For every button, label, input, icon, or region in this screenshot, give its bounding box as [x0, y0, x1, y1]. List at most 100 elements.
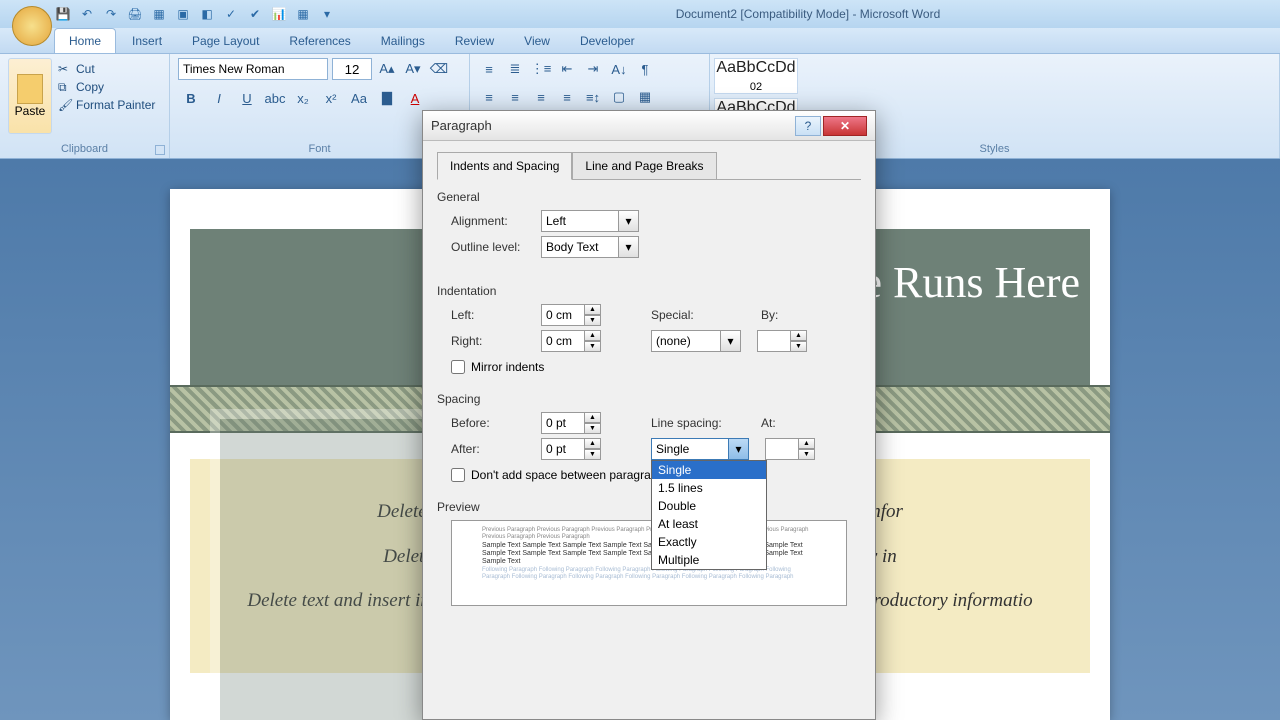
qat-icon[interactable]: ◧ — [198, 5, 216, 23]
ls-option-atleast[interactable]: At least — [652, 515, 766, 533]
alignment-combo[interactable] — [541, 210, 619, 232]
change-case-icon[interactable]: Aa — [346, 86, 372, 110]
spin-up-icon[interactable]: ▲ — [791, 330, 807, 341]
style-item[interactable]: AaBbCcDd02 — [714, 58, 798, 94]
office-button[interactable] — [12, 6, 52, 46]
outline-combo[interactable] — [541, 236, 619, 258]
qat-icon[interactable]: ▣ — [174, 5, 192, 23]
indent-left-input[interactable] — [541, 304, 585, 326]
tab-developer[interactable]: Developer — [566, 29, 649, 53]
mirror-indents-checkbox[interactable] — [451, 360, 465, 374]
spin-down-icon[interactable]: ▼ — [585, 449, 601, 460]
line-spacing-combo[interactable] — [651, 438, 729, 460]
preview-icon[interactable]: ▦ — [150, 5, 168, 23]
clipboard-dialog-launcher[interactable] — [155, 145, 165, 155]
ls-option-single[interactable]: Single — [652, 461, 766, 479]
spin-down-icon[interactable]: ▼ — [585, 423, 601, 434]
before-input[interactable] — [541, 412, 585, 434]
paste-button[interactable]: Paste — [8, 58, 52, 134]
spacing-header: Spacing — [437, 392, 861, 406]
chart-icon[interactable]: 📊 — [270, 5, 288, 23]
spin-down-icon[interactable]: ▼ — [585, 341, 601, 352]
special-combo[interactable] — [651, 330, 721, 352]
spellcheck-icon[interactable]: ✓ — [222, 5, 240, 23]
apps-icon[interactable]: ▦ — [294, 5, 312, 23]
spin-down-icon[interactable]: ▼ — [791, 341, 807, 352]
shading-icon[interactable]: ▢ — [608, 86, 630, 108]
copy-button[interactable]: ⧉Copy — [58, 80, 155, 94]
qat-more-icon[interactable]: ▾ — [318, 5, 336, 23]
copy-label: Copy — [76, 80, 104, 94]
format-painter-button[interactable]: 🖌Format Painter — [58, 98, 155, 112]
numbering-icon[interactable]: ≣ — [504, 58, 526, 80]
align-right-icon[interactable]: ≡ — [530, 86, 552, 108]
superscript-icon[interactable]: x² — [318, 86, 344, 110]
chevron-down-icon[interactable]: ▾ — [721, 330, 741, 352]
underline-icon[interactable]: U — [234, 86, 260, 110]
tab-home[interactable]: Home — [54, 28, 116, 53]
ls-option-multiple[interactable]: Multiple — [652, 551, 766, 569]
subscript-icon[interactable]: x₂ — [290, 86, 316, 110]
spin-up-icon[interactable]: ▲ — [585, 438, 601, 449]
print-icon[interactable]: 🖨 — [126, 5, 144, 23]
borders-icon[interactable]: ▦ — [634, 86, 656, 108]
clear-format-icon[interactable]: ⌫ — [428, 58, 450, 80]
tab-insert[interactable]: Insert — [118, 29, 176, 53]
save-icon[interactable]: 💾 — [54, 5, 72, 23]
tab-line-page-breaks[interactable]: Line and Page Breaks — [572, 152, 716, 180]
justify-icon[interactable]: ≡ — [556, 86, 578, 108]
ls-option-double[interactable]: Double — [652, 497, 766, 515]
strike-icon[interactable]: abc — [262, 86, 288, 110]
highlight-icon[interactable]: ▇ — [374, 86, 400, 110]
ls-option-exactly[interactable]: Exactly — [652, 533, 766, 551]
decrease-indent-icon[interactable]: ⇤ — [556, 58, 578, 80]
spin-up-icon[interactable]: ▲ — [585, 330, 601, 341]
font-name-combo[interactable] — [178, 58, 328, 80]
chevron-down-icon[interactable]: ▾ — [619, 210, 639, 232]
sort-icon[interactable]: A↓ — [608, 58, 630, 80]
tab-references[interactable]: References — [275, 29, 364, 53]
dialog-help-button[interactable]: ? — [795, 116, 821, 136]
grow-font-icon[interactable]: A▴ — [376, 58, 398, 80]
multilevel-icon[interactable]: ⋮≡ — [530, 58, 552, 80]
after-input[interactable] — [541, 438, 585, 460]
align-center-icon[interactable]: ≡ — [504, 86, 526, 108]
spin-down-icon[interactable]: ▼ — [585, 315, 601, 326]
dialog-close-button[interactable]: ✕ — [823, 116, 867, 136]
italic-icon[interactable]: I — [206, 86, 232, 110]
tab-mailings[interactable]: Mailings — [367, 29, 439, 53]
spin-up-icon[interactable]: ▲ — [799, 438, 815, 449]
spin-down-icon[interactable]: ▼ — [799, 449, 815, 460]
show-marks-icon[interactable]: ¶ — [634, 58, 656, 80]
paragraph-dialog: Paragraph ? ✕ Indents and Spacing Line a… — [422, 110, 876, 720]
chevron-down-icon[interactable]: ▾ — [729, 438, 749, 460]
tab-view[interactable]: View — [510, 29, 564, 53]
qat-icon[interactable]: ✔ — [246, 5, 264, 23]
spin-up-icon[interactable]: ▲ — [585, 412, 601, 423]
ls-option-15[interactable]: 1.5 lines — [652, 479, 766, 497]
bullets-icon[interactable]: ≡ — [478, 58, 500, 80]
dialog-titlebar[interactable]: Paragraph ? ✕ — [423, 111, 875, 141]
shrink-font-icon[interactable]: A▾ — [402, 58, 424, 80]
cut-button[interactable]: ✂Cut — [58, 62, 155, 76]
dont-add-space-checkbox[interactable] — [451, 468, 465, 482]
tab-review[interactable]: Review — [441, 29, 508, 53]
bold-icon[interactable]: B — [178, 86, 204, 110]
redo-icon[interactable]: ↷ — [102, 5, 120, 23]
increase-indent-icon[interactable]: ⇥ — [582, 58, 604, 80]
font-color-icon[interactable]: A — [402, 86, 428, 110]
by-input[interactable] — [757, 330, 791, 352]
at-input[interactable] — [765, 438, 799, 460]
line-spacing-icon[interactable]: ≡↕ — [582, 86, 604, 108]
chevron-down-icon[interactable]: ▾ — [619, 236, 639, 258]
dont-add-space-label: Don't add space between paragra — [471, 468, 651, 482]
tab-page-layout[interactable]: Page Layout — [178, 29, 273, 53]
align-left-icon[interactable]: ≡ — [478, 86, 500, 108]
spin-up-icon[interactable]: ▲ — [585, 304, 601, 315]
line-spacing-dropdown: Single 1.5 lines Double At least Exactly… — [651, 460, 767, 570]
tab-indents-spacing[interactable]: Indents and Spacing — [437, 152, 572, 180]
undo-icon[interactable]: ↶ — [78, 5, 96, 23]
alignment-label: Alignment: — [451, 214, 531, 228]
font-size-combo[interactable] — [332, 58, 372, 80]
indent-right-input[interactable] — [541, 330, 585, 352]
